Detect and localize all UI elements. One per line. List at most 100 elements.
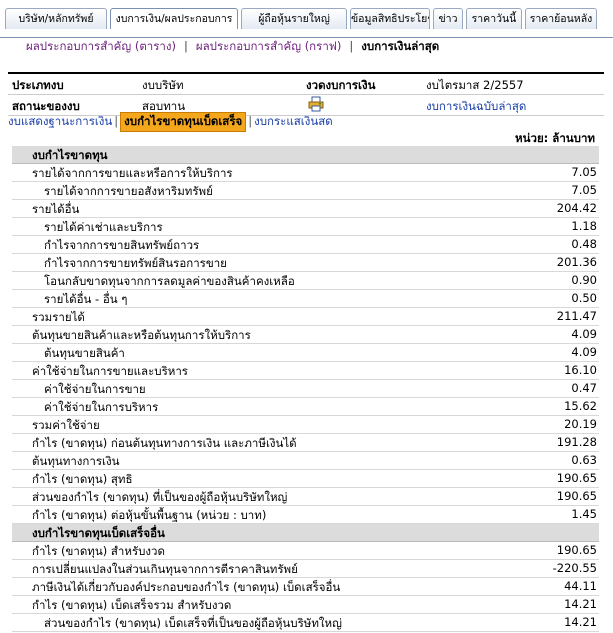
tab-financials[interactable]: งบการเงิน/ผลประกอบการ (110, 8, 238, 29)
row-label: ภาษีเงินได้เกี่ยวกับองค์ประกอบของกำไร (ข… (32, 580, 341, 594)
row-value: -220.55 (552, 561, 597, 575)
row-value: 7.05 (571, 183, 597, 197)
row-label: ต้นทุนทางการเงิน (32, 454, 120, 468)
table-row: โอนกลับขาดทุนจากการลดมูลค่าของสินค้าคงเห… (12, 272, 599, 290)
row-label: กำไรจากการขายทรัพย์สินรอการขาย (44, 256, 227, 270)
table-row: ภาษีเงินได้เกี่ยวกับองค์ประกอบของกำไร (ข… (12, 578, 599, 596)
row-label: ค่าใช้จ่ายในการขายและบริหาร (32, 364, 188, 378)
row-label: ค่าใช้จ่ายในการขาย (44, 382, 146, 396)
row-label: กำไร (ขาดทุน) ต่อหุ้นขั้นพื้นฐาน (หน่วย … (32, 508, 267, 522)
row-value: 190.65 (556, 489, 597, 503)
row-label: ส่วนของกำไร (ขาดทุน) ที่เป็นของผู้ถือหุ้… (32, 490, 288, 504)
period-label: งวดงบการเงิน (306, 78, 376, 92)
row-label: รายได้ค่าเช่าและบริการ (44, 220, 163, 234)
table-row: กำไรจากการขายทรัพย์สินรอการขาย 201.36 (12, 254, 599, 272)
row-value: 0.47 (571, 381, 597, 395)
top-tab-bar: บริษัท/หลักทรัพย์ งบการเงิน/ผลประกอบการ … (0, 8, 613, 38)
row-label: โอนกลับขาดทุนจากการลดมูลค่าของสินค้าคงเห… (44, 274, 295, 288)
printer-icon[interactable] (308, 96, 324, 112)
table-row: รายได้อื่น 204.42 (12, 200, 599, 218)
tab-news[interactable]: ข่าว (433, 8, 463, 29)
latest-statement-link[interactable]: งบการเงินฉบับล่าสุด (426, 99, 526, 113)
row-label: กำไร (ขาดทุน) สำหรับงวด (32, 544, 165, 558)
row-value: 44.11 (564, 579, 597, 593)
row-value: 16.10 (564, 363, 597, 377)
table-row: กำไร (ขาดทุน) ก่อนต้นทุนทางการเงิน และภา… (12, 434, 599, 452)
row-label: รายได้จากการขายอสังหาริมทรัพย์ (44, 184, 213, 198)
tab-today-price[interactable]: ราคาวันนี้ (466, 8, 522, 29)
tab-rights[interactable]: ข้อมูลสิทธิประโยชน์ (350, 8, 430, 29)
statement-tabs: งบแสดงฐานะการเงิน | งบกำไรขาดทุนเบ็ดเสร็จ |… (8, 112, 333, 132)
page: บริษัท/หลักทรัพย์ งบการเงิน/ผลประกอบการ … (0, 0, 613, 632)
row-value: 15.62 (564, 399, 597, 413)
row-value: 4.09 (571, 327, 597, 341)
row-label: รวมรายได้ (32, 310, 85, 324)
tab-balance-sheet[interactable]: งบแสดงฐานะการเงิน (8, 114, 112, 128)
table-row: กำไร (ขาดทุน) สุทธิ 190.65 (12, 470, 599, 488)
table-row: กำไร (ขาดทุน) เบ็ดเสร็จรวม สำหรับงวด 14.2… (12, 596, 599, 614)
table-row: ค่าใช้จ่ายในการขาย 0.47 (12, 380, 599, 398)
row-label: การเปลี่ยนแปลงในส่วนเกินทุนจากการตีราคาส… (32, 562, 298, 576)
table-row: กำไรจากการขายสินทรัพย์ถาวร 0.48 (12, 236, 599, 254)
table-row: รายได้อื่น - อื่น ๆ 0.50 (12, 290, 599, 308)
row-value: 211.47 (556, 309, 597, 323)
info-row: ประเภทงบ งบบริษัท งวดงบการเงิน งบไตรมาส … (8, 72, 604, 95)
row-value: 1.18 (571, 219, 597, 233)
row-label: ส่วนของกำไร (ขาดทุน) เบ็ดเสร็จที่เป็นของ… (44, 616, 342, 630)
tab-historical-price[interactable]: ราคาย้อนหลัง (525, 8, 597, 29)
row-value: 20.19 (564, 417, 597, 431)
row-value: 0.50 (571, 291, 597, 305)
statement-type-value: งบบริษัท (142, 78, 184, 92)
subnav: ผลประกอบการสำคัญ (ตาราง) | ผลประกอบการสำคั… (26, 38, 439, 54)
row-value: 0.90 (571, 273, 597, 287)
statement-tab-separator: | (114, 114, 119, 128)
table-row: รายได้จากการขายอสังหาริมทรัพย์ 7.05 (12, 182, 599, 200)
tab-cash-flow[interactable]: งบกระแสเงินสด (254, 114, 333, 128)
table-row: รวมค่าใช้จ่าย 20.19 (12, 416, 599, 434)
table-row: ต้นทุนทางการเงิน 0.63 (12, 452, 599, 470)
table-row: ค่าใช้จ่ายในการขายและบริหาร 16.10 (12, 362, 599, 380)
income-statement-table: งบกำไรขาดทุนรายได้จากการขายและหรือการให้… (12, 146, 599, 632)
table-row: ส่วนของกำไร (ขาดทุน) ที่เป็นของผู้ถือหุ้… (12, 488, 599, 506)
row-value: 191.28 (556, 435, 597, 449)
row-label: ต้นทุนขายสินค้าและหรือต้นทุนการให้บริการ (32, 328, 251, 342)
row-value: 204.42 (556, 201, 597, 215)
row-value: 0.48 (571, 237, 597, 251)
row-label: กำไร (ขาดทุน) สุทธิ (32, 472, 133, 486)
tab-company[interactable]: บริษัท/หลักทรัพย์ (5, 8, 107, 29)
statement-type-label: ประเภทงบ (12, 78, 64, 92)
table-row: ส่วนของกำไร (ขาดทุน) เบ็ดเสร็จที่เป็นของ… (12, 614, 599, 632)
row-label: รายได้จากการขายและหรือการให้บริการ (32, 166, 233, 180)
row-value: 201.36 (556, 255, 597, 269)
table-row: รวมรายได้ 211.47 (12, 308, 599, 326)
row-label: รายได้อื่น (32, 202, 80, 216)
table-row: การเปลี่ยนแปลงในส่วนเกินทุนจากการตีราคาส… (12, 560, 599, 578)
row-label: ต้นทุนขายสินค้า (44, 346, 125, 360)
table-row: ค่าใช้จ่ายในการบริหาร 15.62 (12, 398, 599, 416)
table-row: กำไร (ขาดทุน) สำหรับงวด 190.65 (12, 542, 599, 560)
tab-major-shareholders[interactable]: ผู้ถือหุ้นรายใหญ่ (241, 8, 347, 29)
statement-info: ประเภทงบ งบบริษัท งวดงบการเงิน งบไตรมาส … (8, 72, 604, 116)
row-label: ค่าใช้จ่ายในการบริหาร (44, 400, 159, 414)
row-value: 14.21 (564, 597, 597, 611)
link-key-results-table[interactable]: ผลประกอบการสำคัญ (ตาราง) (26, 39, 176, 53)
link-key-results-chart[interactable]: ผลประกอบการสำคัญ (กราฟ) (196, 39, 342, 53)
row-label: งบกำไรขาดทุน (32, 148, 108, 162)
row-value: 190.65 (556, 471, 597, 485)
row-value: 4.09 (571, 345, 597, 359)
row-value: 7.05 (571, 165, 597, 179)
row-label: กำไรจากการขายสินทรัพย์ถาวร (44, 238, 200, 252)
subnav-separator: | (349, 39, 354, 53)
row-label: กำไร (ขาดทุน) ก่อนต้นทุนทางการเงิน และภา… (32, 436, 297, 450)
row-label: กำไร (ขาดทุน) เบ็ดเสร็จรวม สำหรับงวด (32, 598, 232, 612)
section-header-row: งบกำไรขาดทุน (12, 146, 599, 164)
table-row: ต้นทุนขายสินค้า 4.09 (12, 344, 599, 362)
row-value: 190.65 (556, 543, 597, 557)
section-header-row: งบกำไรขาดทุนเบ็ดเสร็จอื่น (12, 524, 599, 542)
tab-comprehensive-income[interactable]: งบกำไรขาดทุนเบ็ดเสร็จ (120, 112, 247, 132)
row-value: 0.63 (571, 453, 597, 467)
table-row: รายได้จากการขายและหรือการให้บริการ 7.05 (12, 164, 599, 182)
row-label: รายได้อื่น - อื่น ๆ (44, 292, 128, 306)
table-row: รายได้ค่าเช่าและบริการ 1.18 (12, 218, 599, 236)
row-value: 1.45 (571, 507, 597, 521)
